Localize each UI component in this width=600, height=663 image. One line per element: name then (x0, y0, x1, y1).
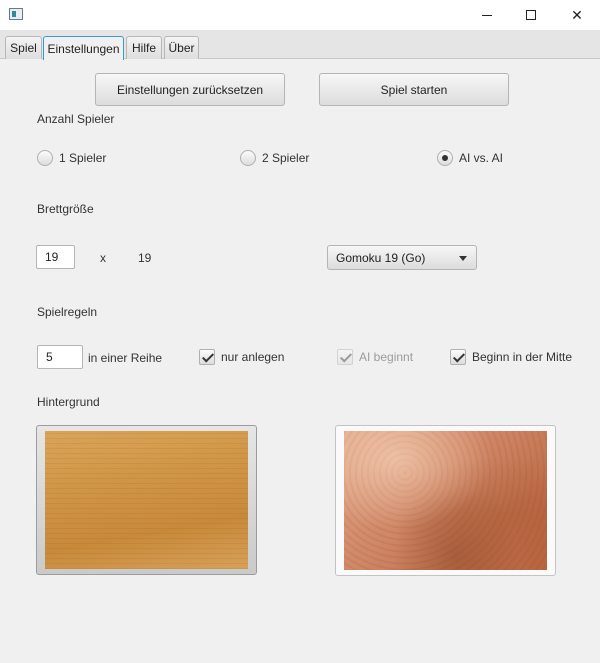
light-wood-image (45, 431, 248, 569)
tab-hilfe[interactable]: Hilfe (126, 36, 162, 59)
row-count-suffix: in einer Reihe (88, 351, 163, 365)
chevron-down-icon (459, 256, 467, 261)
title-bar: ✕ (0, 0, 600, 30)
row-count-input[interactable]: 5 (37, 345, 83, 369)
radio-1-player[interactable]: 1 Spieler (37, 150, 106, 166)
radio-label: AI vs. AI (459, 151, 504, 165)
background-heading: Hintergrund (37, 395, 100, 409)
players-heading: Anzahl Spieler (37, 112, 115, 126)
board-height-value: 19 (138, 251, 152, 265)
tab-bar: Spiel Einstellungen Hilfe Über (0, 30, 600, 60)
radio-2-players[interactable]: 2 Spieler (240, 150, 309, 166)
tab-spiel[interactable]: Spiel (5, 36, 42, 59)
minimize-button[interactable] (464, 0, 510, 30)
checkbox[interactable] (199, 349, 215, 365)
checkbox[interactable] (450, 349, 466, 365)
close-icon: ✕ (571, 6, 583, 23)
close-button[interactable]: ✕ (554, 0, 600, 30)
maximize-button[interactable] (508, 0, 554, 30)
tab-ueber[interactable]: Über (164, 36, 199, 59)
checkbox-label: AI beginnt (359, 350, 414, 364)
radio-button[interactable] (437, 150, 453, 166)
maximize-icon (526, 10, 536, 20)
checkbox-label: Beginn in der Mitte (472, 350, 573, 364)
radio-label: 2 Spieler (262, 151, 310, 165)
start-game-button[interactable]: Spiel starten (319, 73, 509, 106)
radio-ai-vs-ai[interactable]: AI vs. AI (437, 150, 503, 166)
burl-wood-image (344, 431, 547, 570)
rules-heading: Spielregeln (37, 305, 98, 319)
board-preset-value: Gomoku 19 (Go) (336, 250, 426, 265)
board-size-heading: Brettgröße (37, 202, 94, 216)
checkbox-nur-anlegen[interactable]: nur anlegen (199, 349, 284, 365)
background-option-light-wood[interactable] (36, 425, 257, 575)
tab-einstellungen[interactable]: Einstellungen (43, 36, 124, 60)
board-preset-select[interactable]: Gomoku 19 (Go) (327, 245, 477, 270)
minimize-icon (482, 14, 492, 16)
radio-button[interactable] (37, 150, 53, 166)
background-option-burl-wood[interactable] (335, 425, 556, 576)
checkbox-ai-beginnt: AI beginnt (337, 349, 413, 365)
radio-button[interactable] (240, 150, 256, 166)
checkbox-label: nur anlegen (221, 350, 285, 364)
board-size-separator: x (100, 251, 106, 265)
board-width-input[interactable]: 19 (36, 245, 75, 269)
checkbox (337, 349, 353, 365)
radio-label: 1 Spieler (59, 151, 107, 165)
reset-settings-button[interactable]: Einstellungen zurücksetzen (95, 73, 285, 106)
app-icon (9, 8, 23, 20)
checkbox-beginn-mitte[interactable]: Beginn in der Mitte (450, 349, 572, 365)
